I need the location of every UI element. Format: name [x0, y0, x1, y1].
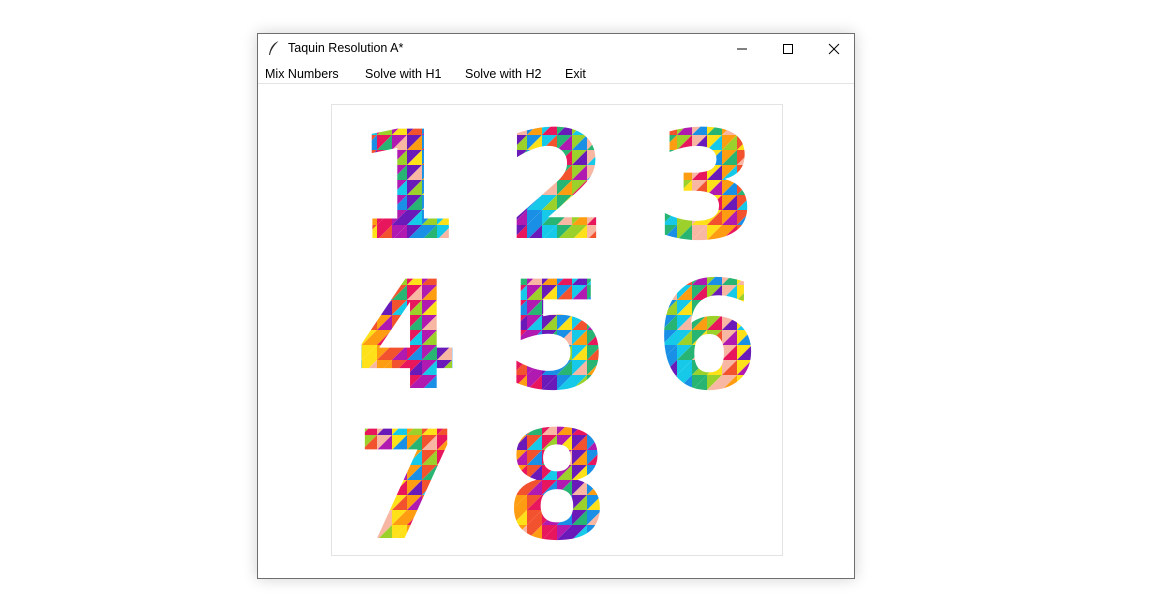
- digit-7-image: 7: [354, 405, 460, 555]
- digit-1-image: 1: [354, 105, 460, 255]
- menu-solve-h1[interactable]: Solve with H1: [365, 67, 441, 81]
- menu-mix-numbers[interactable]: Mix Numbers: [265, 67, 339, 81]
- digit-3-image: 3: [654, 105, 760, 255]
- menu-exit[interactable]: Exit: [565, 67, 586, 81]
- feather-icon: [267, 40, 281, 56]
- maximize-icon: [783, 43, 793, 54]
- puzzle-tile[interactable]: 5: [482, 255, 632, 405]
- digit-5-image: 5: [504, 255, 610, 405]
- puzzle-tile[interactable]: 7: [332, 405, 482, 555]
- title-bar[interactable]: Taquin Resolution A*: [258, 34, 854, 63]
- close-button[interactable]: [811, 34, 857, 63]
- menu-solve-h2[interactable]: Solve with H2: [465, 67, 541, 81]
- digit-6-image: 6: [654, 255, 760, 405]
- window-title: Taquin Resolution A*: [288, 41, 404, 55]
- close-icon: [828, 43, 840, 54]
- menu-bar: Mix Numbers Solve with H1 Solve with H2 …: [258, 63, 854, 84]
- puzzle-tile[interactable]: 6: [632, 255, 782, 405]
- digit-4-image: 4: [354, 255, 460, 405]
- puzzle-tile[interactable]: 3: [632, 105, 782, 255]
- puzzle-tile[interactable]: 2: [482, 105, 632, 255]
- digit-8-image: 8: [504, 405, 610, 555]
- maximize-button[interactable]: [765, 34, 811, 63]
- puzzle-board: 123 456 78: [331, 104, 783, 556]
- puzzle-tile[interactable]: 4: [332, 255, 482, 405]
- puzzle-tile[interactable]: 8: [482, 405, 632, 555]
- puzzle-tile[interactable]: 1: [332, 105, 482, 255]
- empty-tile[interactable]: [632, 405, 782, 555]
- app-window: Taquin Resolution A* Mix Numbers Solve w…: [257, 33, 855, 579]
- minimize-button[interactable]: [719, 34, 765, 63]
- digit-2-image: 2: [504, 105, 610, 255]
- minimize-icon: [737, 48, 747, 49]
